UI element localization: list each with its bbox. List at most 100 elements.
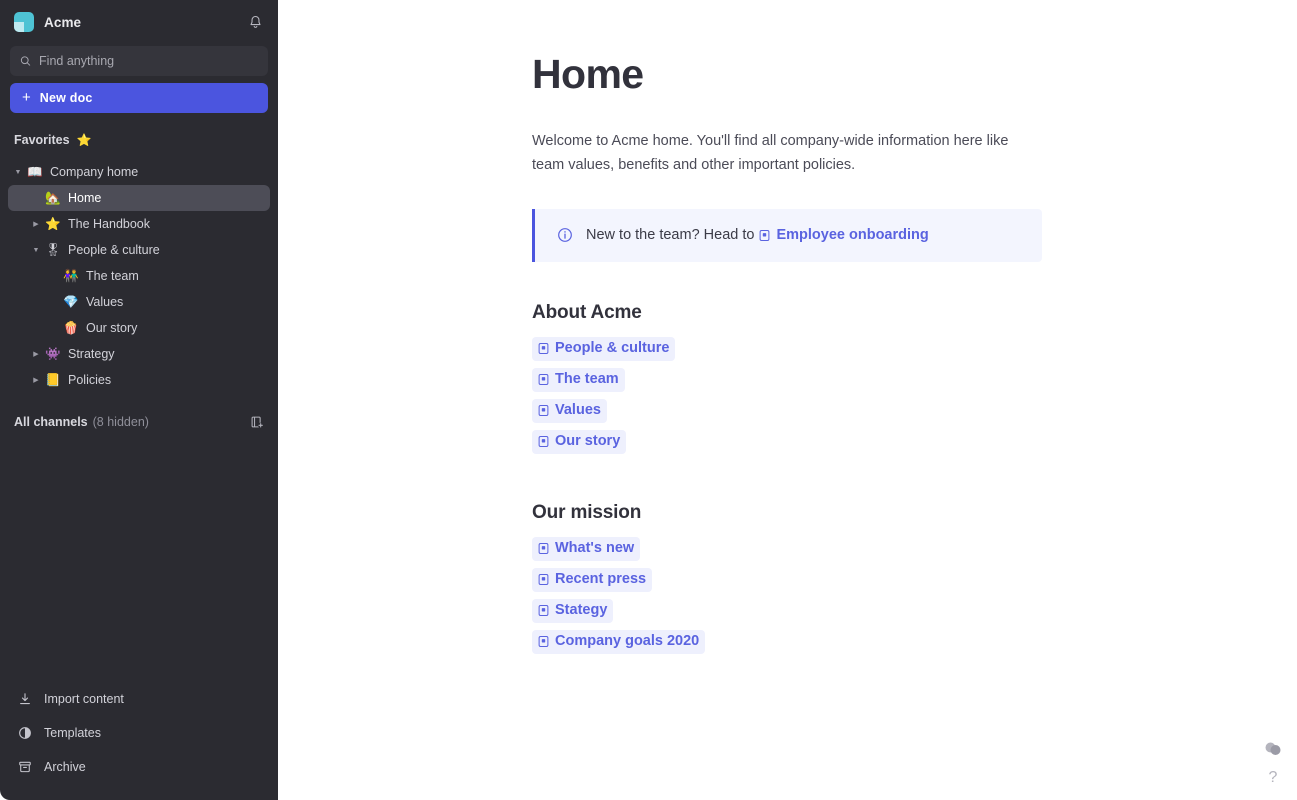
page-intro: Welcome to Acme home. You'll find all co… xyxy=(532,133,1009,174)
sidebar-header: Acme xyxy=(0,0,278,44)
link-list: What's new Recent press Stategy Company goa… xyxy=(532,537,1297,655)
callout-text: New to the team? Head to xyxy=(586,227,755,244)
app-window: Acme + New doc Favorites ⭐ xyxy=(0,0,1297,800)
sidebar-item-archive[interactable]: Archive xyxy=(0,750,278,784)
favorites-label: Favorites xyxy=(14,133,70,147)
section-about-acme: About Acme People & culture The team Value… xyxy=(532,302,1297,454)
page-title: Home xyxy=(532,51,644,97)
all-channels-hidden-count: (8 hidden) xyxy=(92,415,149,429)
feedback-blobs-glyph xyxy=(1265,742,1281,755)
chevron-down-icon[interactable]: ▼ xyxy=(28,247,44,254)
sidebar-item-the-team[interactable]: 👫 The team xyxy=(8,263,270,289)
doc-icon xyxy=(760,229,770,241)
help-button[interactable]: ? xyxy=(1269,770,1278,786)
main-content: Home Welcome to Acme home. You'll find a… xyxy=(278,0,1297,800)
item-emoji-icon: ⭐ xyxy=(45,216,61,231)
link-label: Our story xyxy=(555,432,621,449)
sidebar-item-import-content[interactable]: Import content xyxy=(0,682,278,716)
item-emoji-icon: 👾 xyxy=(45,346,61,361)
favorites-section-header[interactable]: Favorites ⭐ xyxy=(0,129,278,151)
doc-link-stategy[interactable]: Stategy xyxy=(532,599,614,624)
doc-icon xyxy=(538,373,549,385)
doc-link-what-s-new[interactable]: What's new xyxy=(532,537,641,562)
link-line: Values xyxy=(532,398,1297,423)
document-body: Home Welcome to Acme home. You'll find a… xyxy=(278,0,1297,655)
doc-link-our-story[interactable]: Our story xyxy=(532,429,627,454)
chevron-right-icon[interactable]: ▶ xyxy=(28,377,44,384)
link-label: Values xyxy=(555,401,601,418)
link-label: People & culture xyxy=(555,339,670,356)
all-channels-row[interactable]: All channels (8 hidden) xyxy=(0,409,278,435)
item-emoji-icon: 📒 xyxy=(45,372,61,387)
search-input[interactable] xyxy=(39,54,258,68)
link-label: The team xyxy=(555,370,619,387)
sidebar-item-label: The Handbook xyxy=(68,217,151,231)
doc-link-company-goals-2020[interactable]: Company goals 2020 xyxy=(532,630,706,655)
sidebar-item-label: Company home xyxy=(50,165,139,179)
sidebar-item-label: Values xyxy=(86,295,124,309)
all-channels-label: All channels xyxy=(14,415,88,429)
sidebar-item-the-handbook[interactable]: ▶ ⭐ The Handbook xyxy=(8,211,270,237)
info-callout: New to the team? Head to Employee onboar… xyxy=(532,208,1042,262)
sidebar-item-values[interactable]: 💎 Values xyxy=(8,289,270,315)
doc-link-the-team[interactable]: The team xyxy=(532,367,625,392)
link-label: What's new xyxy=(555,540,635,556)
search-box[interactable] xyxy=(10,46,268,76)
sidebar-item-policies[interactable]: ▶ 📒 Policies xyxy=(8,367,270,393)
chevron-right-icon[interactable]: ▶ xyxy=(28,221,44,228)
link-line: People & culture xyxy=(532,336,1297,361)
sidebar-footer: Import content Templates Archive xyxy=(0,682,278,800)
floating-helpers: ? xyxy=(1263,741,1283,786)
acme-logo-icon xyxy=(14,12,34,32)
item-emoji-icon: 👫 xyxy=(63,268,79,283)
new-doc-button[interactable]: + New doc xyxy=(10,83,268,113)
doc-icon xyxy=(538,436,549,447)
doc-icon xyxy=(538,342,549,354)
feedback-blobs-icon[interactable] xyxy=(1263,741,1283,762)
sidebar-item-label: Strategy xyxy=(68,347,115,361)
link-label: Stategy xyxy=(555,602,608,619)
sidebar-nav: Favorites ⭐ ▼ 📖 Company home 🏡 Home ▶ ⭐ The Han… xyxy=(0,113,278,682)
doc-icon xyxy=(538,636,549,648)
document-tree: ▼ 📖 Company home 🏡 Home ▶ ⭐ The Handbook ▼ 🎖 Peopl… xyxy=(0,159,278,393)
item-emoji-icon: 🏡 xyxy=(45,190,61,205)
info-circle-icon xyxy=(558,228,572,243)
workspace-name: Acme xyxy=(44,14,82,30)
sidebar-item-label: Home xyxy=(68,191,102,205)
sidebar-item-label: Our story xyxy=(86,321,138,335)
sidebar-item-home[interactable]: 🏡 Home xyxy=(8,185,270,211)
sidebar-item-label: Templates xyxy=(44,726,101,740)
search-icon xyxy=(20,56,31,66)
sidebar-item-templates[interactable]: Templates xyxy=(0,716,278,750)
item-emoji-icon: 🍿 xyxy=(63,320,79,335)
item-emoji-icon: 🎖 xyxy=(45,242,61,257)
bell-icon xyxy=(249,15,261,28)
new-doc-label: New doc xyxy=(39,91,93,105)
sidebar: Acme + New doc Favorites ⭐ xyxy=(0,0,278,800)
workspace-switcher[interactable]: Acme xyxy=(14,12,242,32)
sidebar-item-strategy[interactable]: ▶ 👾 Strategy xyxy=(8,341,270,367)
sidebar-item-label: Policies xyxy=(68,373,112,387)
sidebar-item-people-culture[interactable]: ▼ 🎖 People & culture xyxy=(8,237,270,263)
link-label: Company goals 2020 xyxy=(555,633,700,650)
link-line: The team xyxy=(532,367,1297,392)
sidebar-item-label: Import content xyxy=(44,692,124,706)
doc-icon xyxy=(538,543,549,554)
sidebar-item-company-home[interactable]: ▼ 📖 Company home xyxy=(8,159,270,185)
link-line: Our story xyxy=(532,429,1297,454)
link-line: Company goals 2020 xyxy=(532,630,1297,655)
doc-icon xyxy=(538,574,549,585)
plus-icon: + xyxy=(22,89,31,106)
chevron-right-icon[interactable]: ▶ xyxy=(28,351,44,358)
doc-link-recent-press[interactable]: Recent press xyxy=(532,568,653,593)
new-channel-button[interactable] xyxy=(246,411,268,433)
sidebar-item-label: The team xyxy=(86,269,139,283)
sidebar-item-label: Archive xyxy=(44,760,86,774)
doc-link-values[interactable]: Values xyxy=(532,398,607,423)
sidebar-item-our-story[interactable]: 🍿 Our story xyxy=(8,315,270,341)
doc-link-people-culture[interactable]: People & culture xyxy=(532,336,676,361)
notifications-button[interactable] xyxy=(242,9,268,35)
link-label: Recent press xyxy=(555,571,647,588)
employee-onboarding-link[interactable]: Employee onboarding xyxy=(758,227,929,243)
chevron-down-icon[interactable]: ▼ xyxy=(10,169,26,176)
